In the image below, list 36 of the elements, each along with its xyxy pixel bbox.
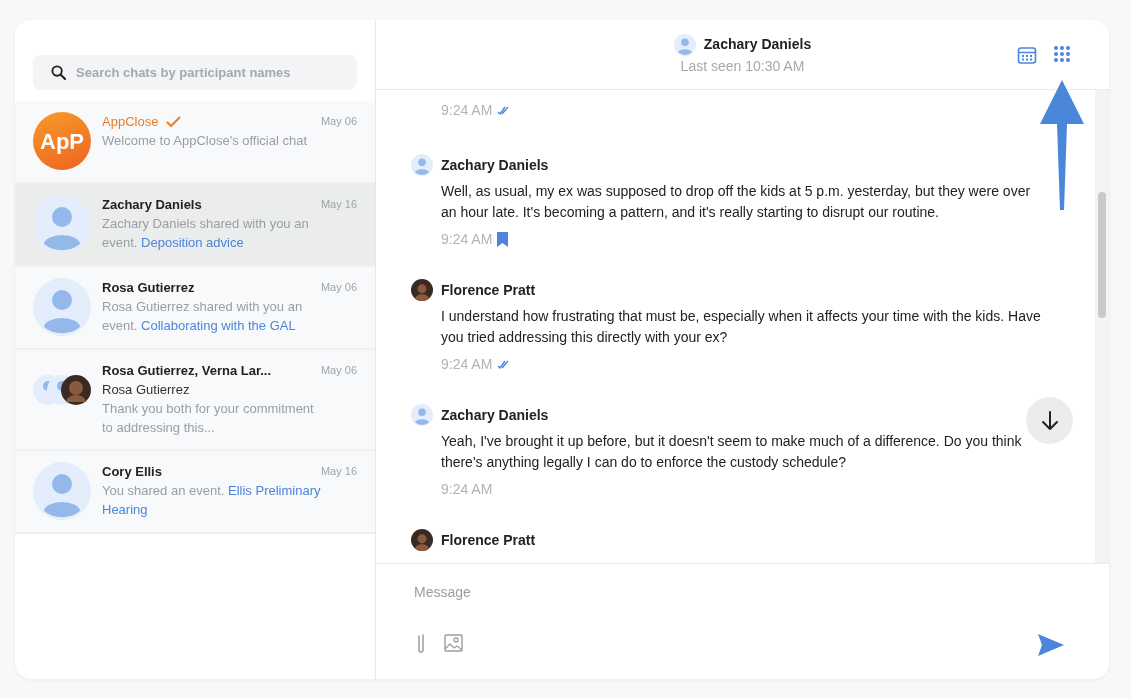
conversation-item[interactable]: Zachary Daniels May 16 Zachary Daniels shared with you an event. Deposition advice	[15, 184, 375, 267]
chat-name: Rosa Gutierrez	[102, 279, 195, 297]
chat-date: May 16	[320, 464, 357, 479]
chat-preview: Thank you both for your commitment to addressing this...	[102, 400, 315, 437]
sender-name: Florence Pratt	[441, 530, 536, 550]
chat-preview: You shared an event. Ellis Preliminary Hearing	[102, 482, 322, 519]
message-time: 9:24 AM	[441, 355, 493, 374]
message-text: Well, as usual, my ex was supposed to drop off the kids at 5 p.m. yesterday, but they were over an hour late. It's becoming a pattern, and it's really starting to disrupt our routine.	[441, 182, 1032, 222]
chat-date: May 06	[320, 363, 357, 378]
chat-date: May 06	[320, 280, 357, 295]
chat-name: Cory Ellis	[102, 463, 162, 481]
chat-date: May 16	[320, 197, 357, 212]
message-time: 9:24 AM	[441, 230, 493, 249]
conversation-item[interactable]: Rosa Gutierrez May 06 Rosa Gutierrez shared with you an event. Collaborating with the GAL	[15, 267, 375, 350]
chat-preview: Zachary Daniels shared with you an event. Deposition advice	[102, 215, 310, 252]
conversation-item[interactable]: Cory Ellis May 16 You shared an event. Ellis Preliminary Hearing	[15, 451, 375, 534]
search-field[interactable]: Search chats by participant names	[33, 55, 357, 90]
logo-text: ApP	[40, 127, 84, 156]
message-time: 9:24 AM	[441, 480, 493, 499]
sender-name: Zachary Daniels	[441, 155, 549, 175]
sender-name: Rosa Gutierrez	[102, 381, 191, 399]
conversation-item[interactable]: Rosa Gutierrez, Verna Lar... May 06 Rosa Gutierrez Thank you both for your commitment to addressing this...	[15, 350, 375, 451]
sender-name: Zachary Daniels	[441, 405, 549, 425]
chat-name: Rosa Gutierrez, Verna Lar...	[102, 362, 272, 380]
message-time: 9:24 AM	[441, 101, 493, 120]
message-text: I understand how frustrating that must be, especially when it affects your time with the kids. Have you tried addressing this directly with your ex?	[441, 307, 1042, 347]
message-text: Yeah, I've brought it up before, but it doesn't seem to make much of a difference. Do you think there's anything legally I can do to enforce the custody schedule?	[441, 432, 1023, 472]
last-seen-text: Last seen 10:30 AM	[680, 57, 805, 76]
contact-name: Zachary Daniels	[703, 34, 812, 54]
chat-name: Zachary Daniels	[102, 196, 202, 214]
chat-date: May 06	[320, 114, 357, 129]
sender-name: Florence Pratt	[441, 280, 536, 300]
chat-preview: Welcome to AppClose's official chat	[102, 132, 309, 150]
chat-preview: Rosa Gutierrez shared with you an event. Collaborating with the GAL	[102, 298, 304, 335]
search-input[interactable]: Search chats by participant names	[74, 61, 357, 84]
chat-name: AppClose	[102, 113, 159, 131]
